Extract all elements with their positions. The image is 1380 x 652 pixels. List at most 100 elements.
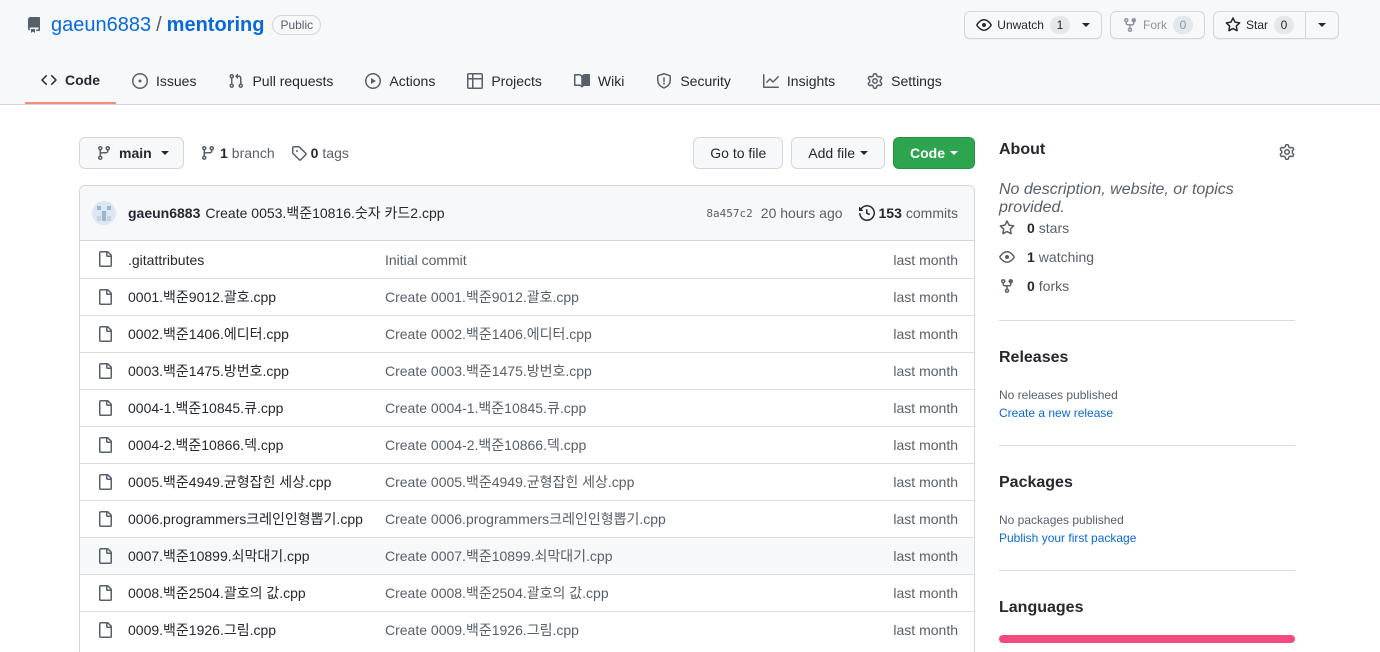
file-row[interactable]: .gitattributes Initial commit last month [80, 241, 974, 278]
book-icon [573, 73, 590, 88]
tags-link[interactable]: 0 tags [291, 145, 349, 161]
file-commit-message-link[interactable]: Create 0006.programmers크레인인형뽑기.cpp [385, 509, 666, 529]
file-commit-message-link[interactable]: Initial commit [385, 252, 467, 268]
file-icon [99, 511, 112, 527]
forks-link[interactable]: 0 forks [999, 278, 1069, 294]
tab-actions[interactable]: Actions [349, 58, 451, 104]
file-name-link[interactable]: 0007.백준10899.쇠막대기.cpp [128, 546, 310, 566]
packages-title[interactable]: Packages [999, 474, 1073, 492]
file-row[interactable]: 0001.백준9012.괄호.cpp Create 0001.백준9012.괄호… [80, 278, 974, 315]
commit-meta: 8a457c2 20 hours ago 153 commits [706, 205, 958, 221]
star-button[interactable]: Star 0 [1212, 11, 1306, 39]
repo-tabs: Code Issues Pull requests Actions Projec… [25, 58, 958, 105]
file-name-link[interactable]: 0008.백준2504.괄호의 값.cpp [128, 583, 306, 603]
stars-link[interactable]: 0 stars [999, 220, 1069, 236]
file-icon [99, 622, 112, 638]
tab-wiki[interactable]: Wiki [558, 58, 640, 104]
file-commit-age: last month [893, 548, 958, 564]
file-row[interactable]: 0005.백준4949.균형잡힌 세상.cpp Create 0005.백준49… [80, 463, 974, 500]
tab-insights[interactable]: Insights [747, 58, 851, 104]
file-commit-message-link[interactable]: Create 0009.백준1926.그림.cpp [385, 620, 579, 640]
tag-icon [291, 146, 307, 161]
repo-header: gaeun6883 / mentoring Public Unwatch 1 F… [0, 0, 1380, 105]
tab-settings[interactable]: Settings [851, 58, 958, 104]
watching-count: 1 [1027, 249, 1035, 265]
commit-count: 153 [878, 205, 902, 221]
avatar[interactable] [92, 201, 116, 225]
repo-owner-link[interactable]: gaeun6883 [51, 14, 151, 37]
language-bar [999, 635, 1295, 643]
gear-icon[interactable] [1279, 144, 1295, 160]
file-name-link[interactable]: 0009.백준1926.그림.cpp [128, 620, 276, 640]
create-release-link[interactable]: Create a new release [999, 406, 1113, 420]
branches-link[interactable]: 1 branch [200, 145, 275, 161]
tab-issues[interactable]: Issues [116, 58, 212, 104]
repo-separator: / [156, 13, 162, 36]
file-name-link[interactable]: 0004-1.백준10845.큐.cpp [128, 398, 283, 418]
file-row[interactable]: 0008.백준2504.괄호의 값.cpp Create 0008.백준2504… [80, 574, 974, 611]
issue-icon [132, 73, 148, 89]
file-name-link[interactable]: .gitattributes [128, 252, 204, 268]
file-icon [99, 437, 112, 453]
commit-message-link[interactable]: Create 0053.백준10816.숫자 카드2.cpp [205, 203, 444, 223]
file-row[interactable]: 0006.programmers크레인인형뽑기.cpp Create 0006.… [80, 500, 974, 537]
code-button-label: Code [910, 145, 945, 161]
tab-code[interactable]: Code [25, 58, 116, 104]
unwatch-label: Unwatch [997, 18, 1044, 32]
code-button[interactable]: Code [893, 137, 975, 169]
file-icon [99, 585, 112, 601]
file-row[interactable]: 0004-2.백준10866.덱.cpp Create 0004-2.백준108… [80, 426, 974, 463]
file-row[interactable]: 0009.백준1926.그림.cpp Create 0009.백준1926.그림… [80, 611, 974, 648]
file-commit-age: last month [893, 511, 958, 527]
file-commit-age: last month [893, 363, 958, 379]
file-commit-message-link[interactable]: Create 0004-1.백준10845.큐.cpp [385, 398, 586, 418]
file-commit-message-link[interactable]: Create 0005.백준4949.균형잡힌 세상.cpp [385, 472, 634, 492]
add-file-button[interactable]: Add file [791, 137, 885, 169]
chevron-down-icon [160, 151, 169, 155]
go-to-file-button[interactable]: Go to file [693, 137, 784, 169]
gear-icon [867, 73, 883, 89]
file-row[interactable]: 0007.백준10899.쇠막대기.cpp Create 0007.백준1089… [80, 537, 974, 574]
file-commit-message-link[interactable]: Create 0008.백준2504.괄호의 값.cpp [385, 583, 609, 603]
file-commit-message-link[interactable]: Create 0007.백준10899.쇠막대기.cpp [385, 546, 613, 566]
branch-name: main [119, 145, 152, 161]
publish-package-link[interactable]: Publish your first package [999, 531, 1136, 545]
file-name-link[interactable]: 0003.백준1475.방번호.cpp [128, 361, 289, 381]
file-name-link[interactable]: 0001.백준9012.괄호.cpp [128, 287, 276, 307]
file-commit-message-link[interactable]: Create 0003.백준1475.방번호.cpp [385, 361, 592, 381]
file-icon [99, 251, 112, 267]
tab-label: Settings [891, 73, 942, 89]
file-commit-message-link[interactable]: Create 0002.백준1406.에디터.cpp [385, 324, 592, 344]
watchers-link[interactable]: 1 watching [999, 249, 1094, 265]
tab-pull-requests[interactable]: Pull requests [212, 58, 349, 104]
commits-history-link[interactable]: 153 commits [858, 205, 958, 221]
commit-sha-link[interactable]: 8a457c2 [706, 207, 752, 220]
commit-author-link[interactable]: gaeun6883 [128, 205, 200, 221]
table-icon [467, 73, 484, 89]
star-list-dropdown[interactable] [1306, 11, 1339, 39]
fork-button[interactable]: Fork 0 [1109, 11, 1205, 39]
file-actions: Go to file Add file Code [693, 137, 975, 169]
releases-empty-text: No releases published [999, 388, 1118, 402]
repo-name-link[interactable]: mentoring [167, 14, 265, 37]
file-name-link[interactable]: 0006.programmers크레인인형뽑기.cpp [128, 509, 363, 529]
file-name-link[interactable]: 0002.백준1406.에디터.cpp [128, 324, 289, 344]
tab-projects[interactable]: Projects [451, 58, 558, 104]
file-name-link[interactable]: 0004-2.백준10866.덱.cpp [128, 435, 283, 455]
tab-security[interactable]: Security [640, 58, 747, 104]
add-file-label: Add file [808, 145, 855, 161]
file-row[interactable]: 0003.백준1475.방번호.cpp Create 0003.백준1475.방… [80, 352, 974, 389]
file-row[interactable]: 0002.백준1406.에디터.cpp Create 0002.백준1406.에… [80, 315, 974, 352]
branch-select-button[interactable]: main [79, 137, 184, 169]
shield-icon [657, 73, 672, 89]
file-commit-age: last month [893, 289, 958, 305]
file-icon [99, 474, 112, 490]
file-commit-message-link[interactable]: Create 0001.백준9012.괄호.cpp [385, 287, 579, 307]
file-commit-message-link[interactable]: Create 0004-2.백준10866.덱.cpp [385, 435, 586, 455]
file-name-link[interactable]: 0005.백준4949.균형잡힌 세상.cpp [128, 472, 331, 492]
eye-icon [976, 19, 993, 31]
forks-count: 0 [1027, 278, 1035, 294]
unwatch-button[interactable]: Unwatch 1 [964, 11, 1102, 39]
file-row[interactable]: 0004-1.백준10845.큐.cpp Create 0004-1.백준108… [80, 389, 974, 426]
releases-title[interactable]: Releases [999, 349, 1068, 367]
